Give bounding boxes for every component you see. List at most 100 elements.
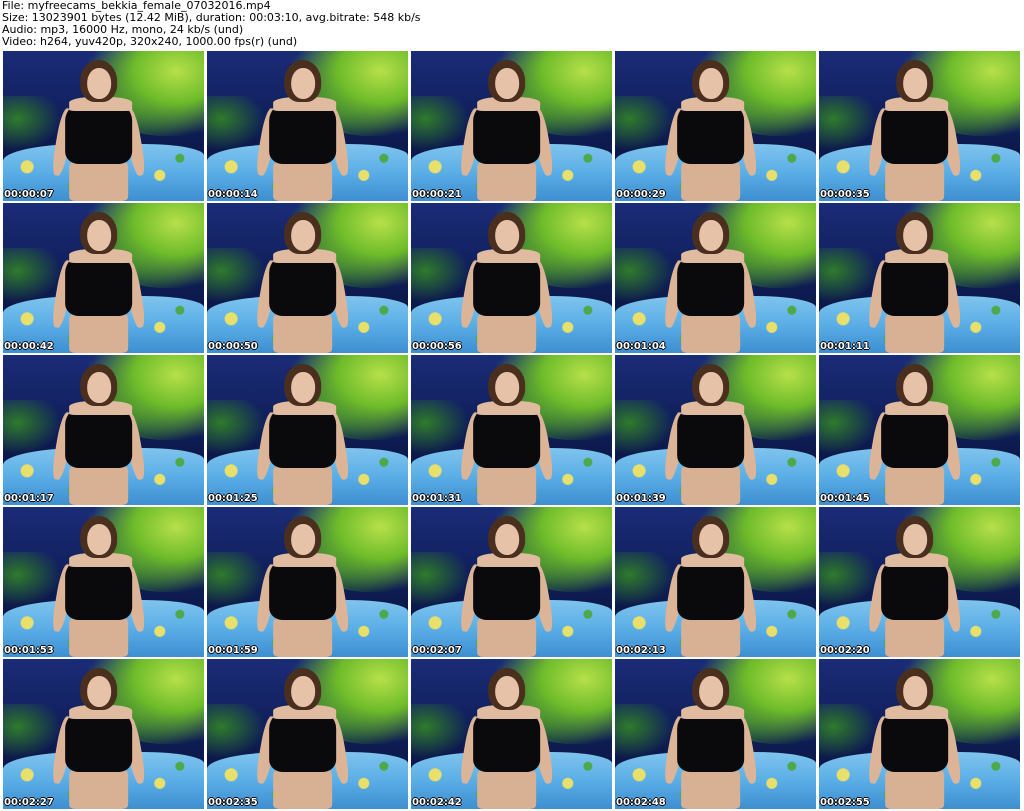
timestamp-label: 00:00:21 [412,189,462,200]
legs [273,766,333,809]
video-thumbnail: 00:00:07 [3,51,204,201]
person-figure [50,668,148,809]
timestamp-label: 00:00:56 [412,341,462,352]
file-info-header: File: myfreecams_bekkia_female_07032016.… [2,0,1022,50]
person-figure [50,60,148,201]
video-thumbnail: 00:02:35 [207,659,408,809]
video-thumbnail: 00:00:35 [819,51,1020,201]
timestamp-label: 00:02:35 [208,797,258,808]
video-thumbnail: 00:02:27 [3,659,204,809]
timestamp-label: 00:00:35 [820,189,870,200]
person-figure [50,364,148,505]
video-thumbnail: 00:00:21 [411,51,612,201]
legs [69,766,129,809]
video-thumbnail: 00:01:17 [3,355,204,505]
legs [69,614,129,657]
legs [885,462,945,505]
legs [681,310,741,353]
thumbnail-grid: 00:00:07 00:00:14 00:00:21 00:00:29 00:00:35… [3,51,1020,809]
black-top [473,558,541,621]
legs [885,766,945,809]
legs [273,158,333,201]
timestamp-label: 00:02:27 [4,797,54,808]
legs [681,766,741,809]
video-thumbnail: 00:01:31 [411,355,612,505]
person-figure [662,668,760,809]
person-figure [866,212,964,353]
legs [681,462,741,505]
black-top [473,406,541,469]
black-top [881,102,949,165]
person-figure [50,516,148,657]
video-thumbnail: 00:02:13 [615,507,816,657]
black-top [677,406,745,469]
video-thumbnail: 00:01:25 [207,355,408,505]
black-top [881,558,949,621]
black-top [473,710,541,773]
person-figure [458,212,556,353]
legs [477,462,537,505]
black-top [473,254,541,317]
video-thumbnail: 00:02:55 [819,659,1020,809]
black-top [65,102,133,165]
timestamp-label: 00:00:50 [208,341,258,352]
timestamp-label: 00:00:14 [208,189,258,200]
black-top [881,254,949,317]
timestamp-label: 00:00:42 [4,341,54,352]
person-figure [458,364,556,505]
video-thumbnail: 00:01:53 [3,507,204,657]
legs [477,158,537,201]
timestamp-label: 00:01:53 [4,645,54,656]
legs [273,310,333,353]
legs [681,158,741,201]
person-figure [866,516,964,657]
legs [681,614,741,657]
timestamp-label: 00:00:07 [4,189,54,200]
timestamp-label: 00:01:31 [412,493,462,504]
black-top [65,406,133,469]
legs [885,310,945,353]
legs [69,462,129,505]
person-figure [662,516,760,657]
legs [477,310,537,353]
black-top [677,254,745,317]
video-thumbnail: 00:00:29 [615,51,816,201]
person-figure [662,60,760,201]
black-top [65,710,133,773]
video-thumbnail: 00:00:14 [207,51,408,201]
person-figure [458,60,556,201]
person-figure [458,516,556,657]
video-thumbnail: 00:02:07 [411,507,612,657]
timestamp-label: 00:01:45 [820,493,870,504]
video-thumbnail: 00:00:50 [207,203,408,353]
person-figure [254,516,352,657]
black-top [269,558,337,621]
person-figure [254,668,352,809]
timestamp-label: 00:01:11 [820,341,870,352]
timestamp-label: 00:01:59 [208,645,258,656]
legs [69,310,129,353]
video-thumbnail: 00:01:45 [819,355,1020,505]
person-figure [50,212,148,353]
black-top [881,710,949,773]
timestamp-label: 00:02:07 [412,645,462,656]
black-top [881,406,949,469]
black-top [677,710,745,773]
legs [885,158,945,201]
black-top [677,558,745,621]
timestamp-label: 00:01:25 [208,493,258,504]
video-thumbnail: 00:02:42 [411,659,612,809]
video-info-line: Video: h264, yuv420p, 320x240, 1000.00 f… [2,35,298,48]
black-top [65,254,133,317]
person-figure [254,212,352,353]
legs [477,766,537,809]
person-figure [458,668,556,809]
person-figure [662,364,760,505]
black-top [473,102,541,165]
person-figure [866,60,964,201]
timestamp-label: 00:02:13 [616,645,666,656]
legs [885,614,945,657]
black-top [65,558,133,621]
video-thumbnail: 00:00:56 [411,203,612,353]
person-figure [866,668,964,809]
